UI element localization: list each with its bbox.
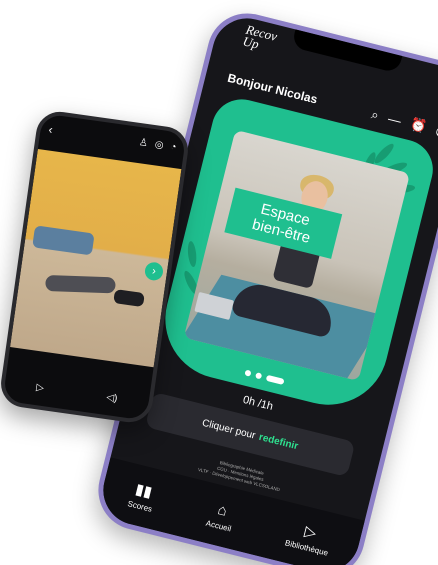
exercising-person-legs (113, 289, 145, 308)
carousel-dot[interactable] (244, 369, 252, 377)
couch (32, 225, 95, 256)
next-icon[interactable]: › (143, 261, 165, 282)
nav-label: Accueil (205, 518, 233, 534)
exercising-person (45, 274, 116, 294)
bar-chart-icon: ▮▮ (133, 480, 154, 502)
settings-icon[interactable]: ◎ (154, 139, 164, 151)
volume-icon[interactable]: ◁) (106, 392, 118, 404)
user-icon[interactable]: ♙ (138, 137, 148, 149)
nav-label: Scores (126, 499, 154, 514)
nav-label: Bibliothèque (284, 538, 329, 558)
hero-photo (183, 129, 411, 382)
hero-card[interactable]: Espace bien-être (152, 93, 438, 418)
video-controls: ▷ ◁) (4, 378, 149, 409)
alarm-icon[interactable]: ⏰ (409, 116, 428, 135)
back-icon[interactable]: ‹ (48, 122, 54, 136)
home-icon: ⌂ (216, 500, 229, 520)
search-icon[interactable]: ⌕ (370, 107, 381, 124)
redefine-link[interactable]: redefinir (258, 431, 299, 451)
carousel-dots (244, 369, 285, 385)
bell-icon[interactable]: ◔ (170, 141, 178, 153)
nav-item-accueil[interactable]: ⌂ Accueil (205, 499, 237, 533)
redefine-prefix: Cliquer pour (201, 417, 257, 442)
exercise-video[interactable]: › (10, 148, 182, 368)
menu-icon[interactable]: — (386, 111, 403, 130)
play-icon[interactable]: ▷ (35, 382, 44, 394)
small-phone-icons: ♙ ◎ ◔ (138, 137, 177, 153)
notification-icon[interactable]: ◍ (434, 123, 438, 141)
app-logo: Recov Up (241, 22, 278, 55)
phone-notch (291, 25, 404, 74)
carousel-dot[interactable] (255, 372, 263, 380)
nav-item-scores[interactable]: ▮▮ Scores (127, 479, 158, 514)
nav-item-bibliotheque[interactable]: ▷ Bibliothèque (284, 518, 334, 558)
play-icon: ▷ (302, 522, 319, 543)
marketing-scene: Recov Up Bonjour Nicolas ⌕ — ⏰ ◍ Espace … (0, 0, 438, 565)
carousel-dot-active[interactable] (265, 374, 285, 385)
